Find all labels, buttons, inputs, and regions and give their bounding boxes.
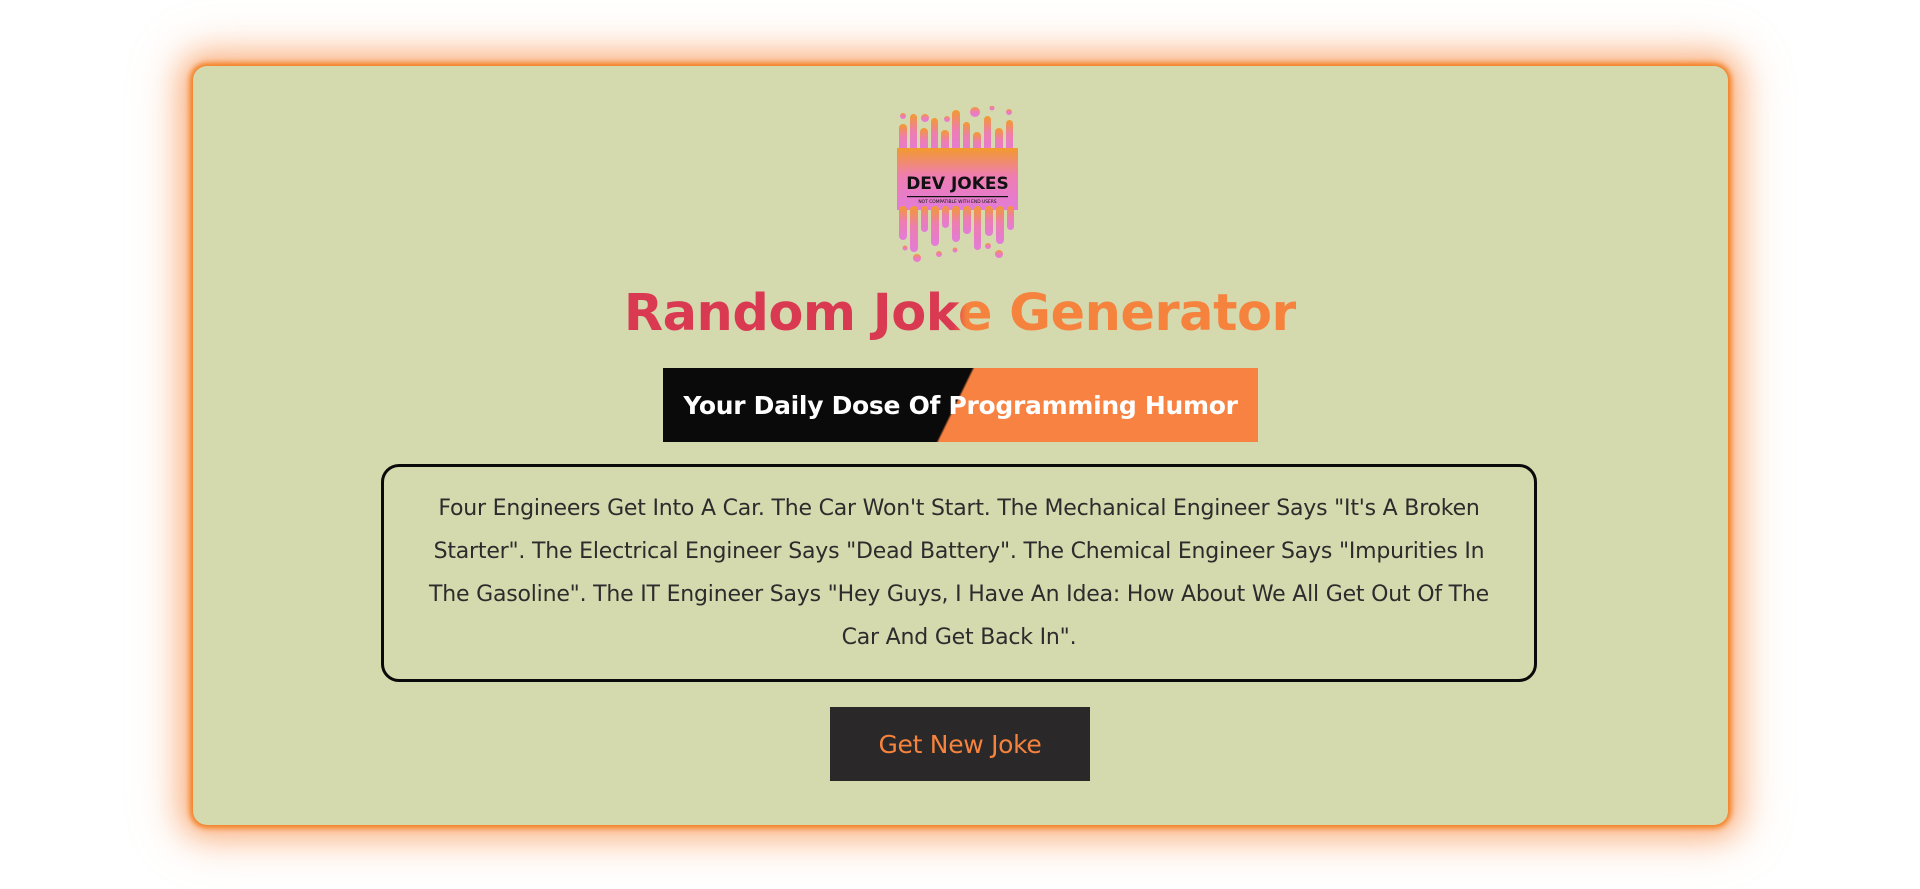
logo-tagline: NOT COMPATIBLE WITH END USERS — [918, 199, 996, 205]
joke-box: Four Engineers Get Into A Car. The Car W… — [381, 464, 1537, 682]
tagline-text: Your Daily Dose Of Programming Humor — [683, 390, 1238, 420]
page-title-text: Random Joke Generator — [623, 284, 1297, 343]
tagline-banner: Your Daily Dose Of Programming Humor — [663, 368, 1258, 442]
get-new-joke-button[interactable]: Get New Joke — [830, 707, 1090, 781]
joke-text: Four Engineers Get Into A Car. The Car W… — [428, 496, 1490, 650]
logo-title: DEV JOKES — [906, 174, 1009, 194]
page-title: Random Joke Generator — [0, 282, 1920, 346]
dev-jokes-logo: DEV JOKES NOT COMPATIBLE WITH END USERS — [897, 106, 1018, 262]
logo-divider — [907, 196, 1008, 198]
